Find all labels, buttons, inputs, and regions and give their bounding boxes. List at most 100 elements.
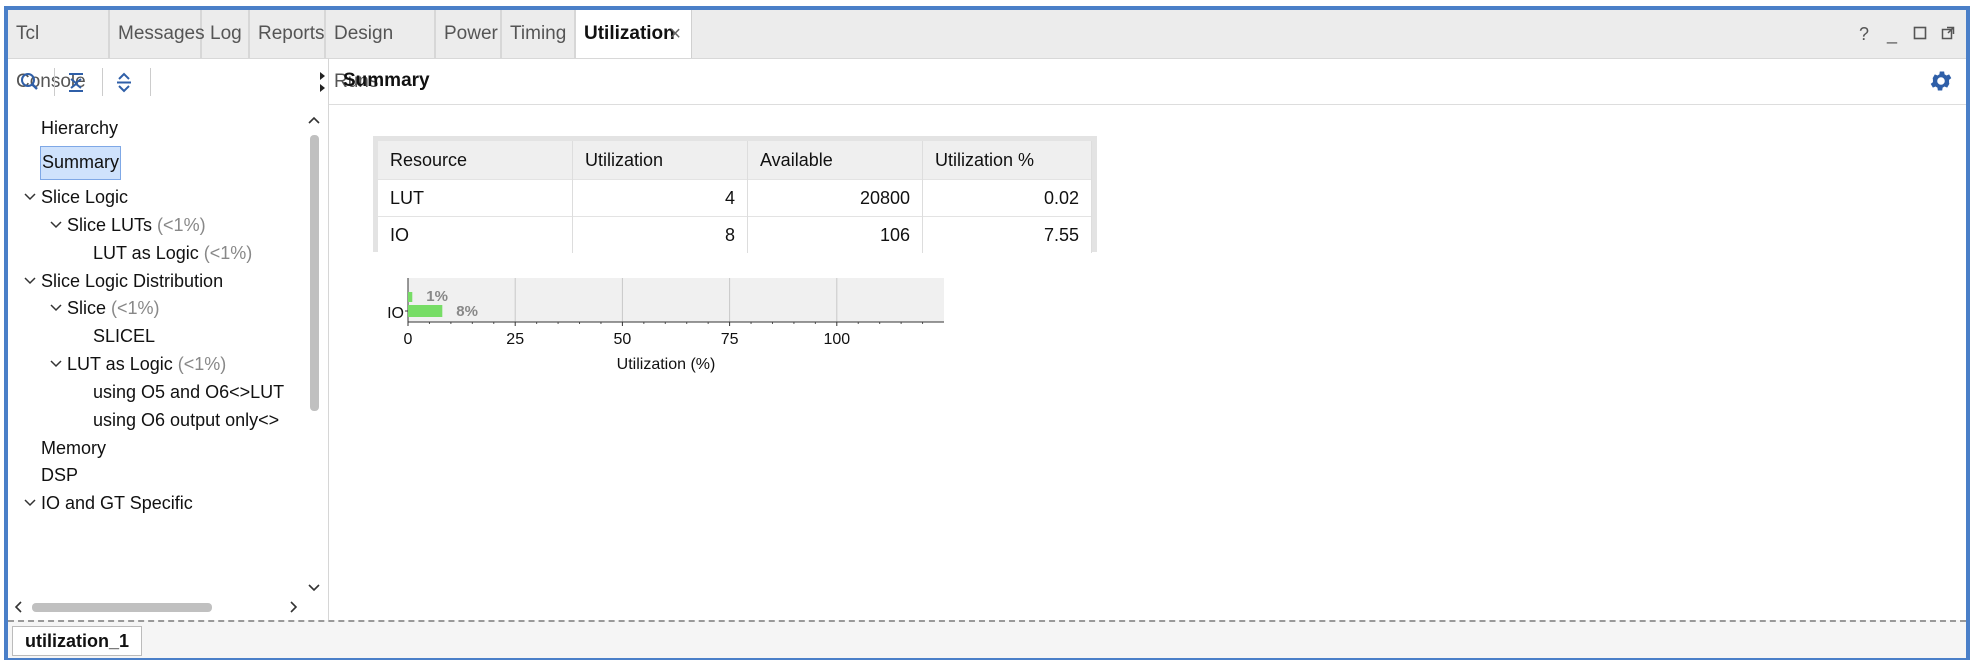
utilization-chart: 0 25 50 75 100 1% 8% IO Utilization (%) (329, 270, 1149, 410)
collapse-all-icon[interactable] (64, 70, 88, 94)
tree-vertical-scrollbar[interactable] (306, 111, 322, 597)
table-cell: 7.55 (922, 216, 1092, 253)
status-bar: utilization_1 (8, 620, 1966, 658)
x-tick-label: 25 (506, 331, 524, 348)
maximize-icon[interactable] (1910, 24, 1930, 45)
tree-item-label: DSP (41, 465, 79, 485)
scrollbar-thumb[interactable] (32, 603, 212, 612)
chevron-down-icon[interactable] (20, 265, 40, 299)
tab-reports[interactable]: Reports (250, 10, 326, 58)
tree-item-label: Slice Logic Distribution (41, 271, 224, 291)
tree-item-summary[interactable]: Summary (40, 146, 122, 180)
chevron-down-icon[interactable] (46, 348, 66, 382)
tree-item-label: Summary (42, 152, 120, 172)
table-cell: 20800 (747, 179, 923, 217)
toolbar-divider (150, 68, 151, 96)
chevron-down-icon[interactable] (307, 581, 321, 599)
tree-item-using-o6-output-only[interactable]: using O6 output only<> (93, 403, 279, 437)
tree-item-label: LUT as Logic (93, 243, 199, 263)
chevron-down-icon[interactable] (20, 487, 40, 521)
tab-design-runs[interactable]: Design Runs (326, 10, 436, 92)
tree-item-hierarchy[interactable]: Hierarchy (41, 111, 118, 145)
table-header-row: Resource Utilization Available Utilizati… (378, 141, 1092, 180)
chevron-down-icon[interactable] (46, 292, 66, 326)
column-header[interactable]: Utilization % (922, 141, 1092, 180)
table-cell: IO (378, 216, 573, 253)
tab-power[interactable]: Power (436, 10, 502, 58)
tree-item-percent: (<1%) (111, 298, 160, 318)
page-title: Summary (343, 70, 430, 91)
x-tick-label: 50 (614, 331, 632, 348)
tree-horizontal-scrollbar[interactable] (8, 598, 306, 616)
tree-item-label: Hierarchy (41, 118, 119, 138)
tree-item-label: Slice (67, 298, 107, 318)
summary-panel: Summary Resource Utilization Available U… (329, 58, 1966, 620)
x-axis-label: Utilization (%) (617, 356, 716, 373)
float-icon[interactable] (1938, 24, 1958, 45)
toolbar-divider (54, 68, 55, 96)
report-name-tab[interactable]: utilization_1 (12, 626, 143, 656)
chevron-up-icon[interactable] (307, 113, 321, 131)
scrollbar-thumb[interactable] (310, 135, 319, 411)
expand-all-icon[interactable] (112, 70, 136, 94)
column-header[interactable]: Available (747, 141, 923, 180)
window-controls: ? _ (1854, 10, 1958, 58)
x-tick-label: 0 (404, 331, 413, 348)
utilization-table-container: Resource Utilization Available Utilizati… (373, 136, 1097, 253)
summary-header: Summary (329, 58, 1966, 105)
tree-item-label: SLICEL (93, 326, 156, 346)
tree-item-label: Slice Logic (41, 187, 129, 207)
column-header[interactable]: Utilization (572, 141, 748, 180)
search-icon[interactable] (18, 70, 42, 94)
chevron-down-icon[interactable] (20, 181, 40, 215)
splitter-handle[interactable] (320, 70, 326, 94)
tree-item-percent: (<1%) (177, 354, 227, 374)
minimize-icon[interactable]: _ (1882, 24, 1902, 45)
tree-item-label: LUT as Logic (67, 354, 173, 374)
table-cell: 0.02 (922, 179, 1092, 217)
table-cell: 4 (572, 179, 748, 217)
tree-item-io-and-gt-specific[interactable]: IO and GT Specific (41, 486, 193, 520)
x-tick-label: 100 (823, 331, 850, 348)
navigation-panel: Hierarchy Summary Slice Logic Slice LUTs… (8, 58, 329, 620)
table-cell: 8 (572, 216, 748, 253)
chevron-right-icon[interactable] (288, 600, 300, 619)
toolbar-divider (102, 68, 103, 96)
plot-area (408, 278, 944, 322)
tree-item-label: Slice LUTs (67, 215, 153, 235)
column-header[interactable]: Resource (378, 141, 573, 180)
table-cell: LUT (378, 179, 573, 217)
tab-log[interactable]: Log (202, 10, 250, 58)
close-icon[interactable]: × (669, 10, 681, 58)
utilization-chart-svg: 0 25 50 75 100 1% 8% IO Utilization (%) (387, 278, 944, 373)
chevron-left-icon[interactable] (12, 600, 24, 619)
table-cell: 106 (747, 216, 923, 253)
panel-tab-bar: Tcl Console Messages Log Reports Design … (8, 10, 1966, 92)
tab-timing[interactable]: Timing (502, 10, 576, 58)
tab-tcl-console[interactable]: Tcl Console (8, 10, 110, 92)
resource-tree: Hierarchy Summary Slice Logic Slice LUTs… (8, 111, 304, 591)
x-tick-label: 75 (721, 331, 739, 348)
data-label: 1% (426, 288, 448, 305)
y-category-label: IO (387, 305, 404, 322)
bar (408, 305, 443, 317)
tree-item-label: Memory (41, 438, 107, 458)
bar (408, 292, 413, 302)
tab-messages[interactable]: Messages (110, 10, 205, 58)
chevron-down-icon[interactable] (46, 209, 66, 243)
data-label: 8% (456, 303, 478, 320)
tree-item-percent: (<1%) (203, 243, 253, 263)
table-row[interactable]: LUT 4 20800 0.02 (378, 179, 1092, 217)
gear-icon[interactable] (1928, 68, 1954, 94)
tab-utilization[interactable]: Utilization × (576, 10, 692, 58)
tree-item-label: IO and GT Specific (41, 493, 193, 513)
tree-item-label: using O5 and O6<>LUT (93, 382, 285, 402)
tree-item-percent: (<1%) (157, 215, 206, 235)
utilization-window: Tcl Console Messages Log Reports Design … (4, 6, 1970, 660)
utilization-table: Resource Utilization Available Utilizati… (378, 141, 1092, 253)
help-icon[interactable]: ? (1854, 24, 1874, 45)
table-row[interactable]: IO 8 106 7.55 (378, 216, 1092, 253)
tab-utilization-label: Utilization (584, 23, 675, 44)
tree-toolbar (8, 58, 328, 106)
tree-item-label: using O6 output only<> (93, 410, 280, 430)
